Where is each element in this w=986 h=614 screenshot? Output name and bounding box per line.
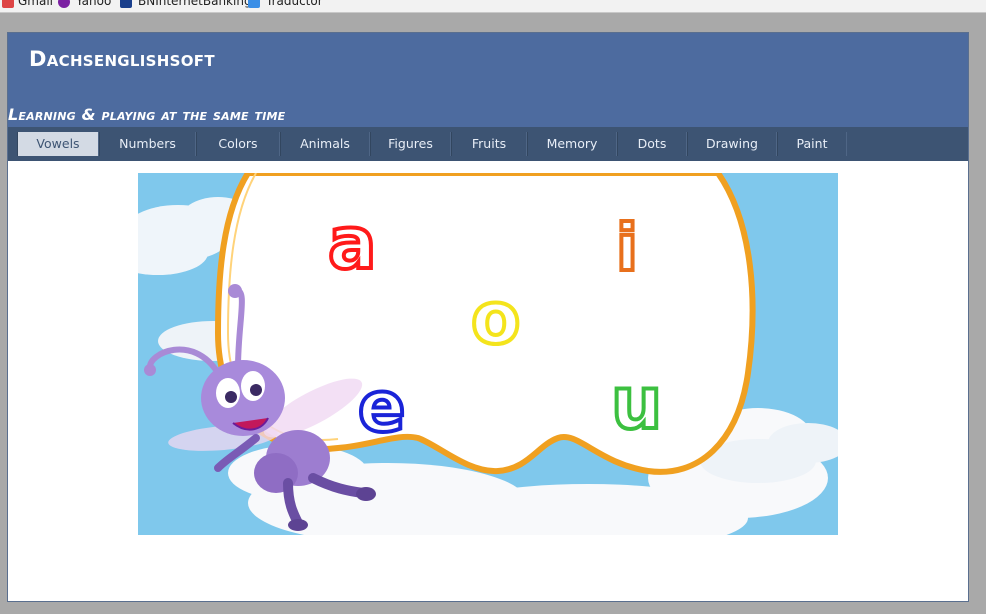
letter-u: u bbox=[611, 361, 662, 445]
site-title[interactable]: Dachsenglishsoft bbox=[29, 47, 215, 71]
letter-i: i bbox=[616, 212, 638, 286]
yahoo-icon bbox=[58, 0, 70, 8]
bookmarks-bar: Gmail Yahoo BNInternetBanking Traductor bbox=[0, 0, 986, 13]
translate-icon bbox=[248, 0, 260, 8]
nav-vowels[interactable]: Vowels bbox=[17, 132, 99, 156]
nav-drawing[interactable]: Drawing bbox=[687, 132, 777, 156]
nav-colors[interactable]: Colors bbox=[196, 132, 280, 156]
bank-icon bbox=[120, 0, 132, 8]
letter-o: o bbox=[471, 276, 520, 360]
main-nav: Vowels Numbers Colors Animals Figures Fr… bbox=[8, 127, 968, 161]
letter-e: e bbox=[358, 366, 405, 448]
nav-dots[interactable]: Dots bbox=[617, 132, 687, 156]
nav-figures[interactable]: Figures bbox=[370, 132, 451, 156]
nav-animals[interactable]: Animals bbox=[280, 132, 370, 156]
nav-paint[interactable]: Paint bbox=[777, 132, 847, 156]
bookmark-yahoo[interactable]: Yahoo bbox=[76, 0, 111, 8]
vowels-illustration[interactable]: a i o e u bbox=[138, 173, 838, 535]
site-tagline: Learning & playing at the same time bbox=[8, 105, 286, 124]
letter-a: a bbox=[328, 201, 377, 285]
gmail-icon bbox=[2, 0, 14, 8]
nav-numbers[interactable]: Numbers bbox=[99, 132, 196, 156]
nav-fruits[interactable]: Fruits bbox=[451, 132, 527, 156]
bookmark-traductor[interactable]: Traductor bbox=[266, 0, 323, 8]
site-header: Dachsenglishsoft Learning & playing at t… bbox=[8, 33, 968, 127]
nav-memory[interactable]: Memory bbox=[527, 132, 617, 156]
bookmark-bninternetbanking[interactable]: BNInternetBanking bbox=[138, 0, 252, 8]
site-container: Dachsenglishsoft Learning & playing at t… bbox=[7, 32, 969, 602]
bookmark-gmail[interactable]: Gmail bbox=[18, 0, 53, 8]
